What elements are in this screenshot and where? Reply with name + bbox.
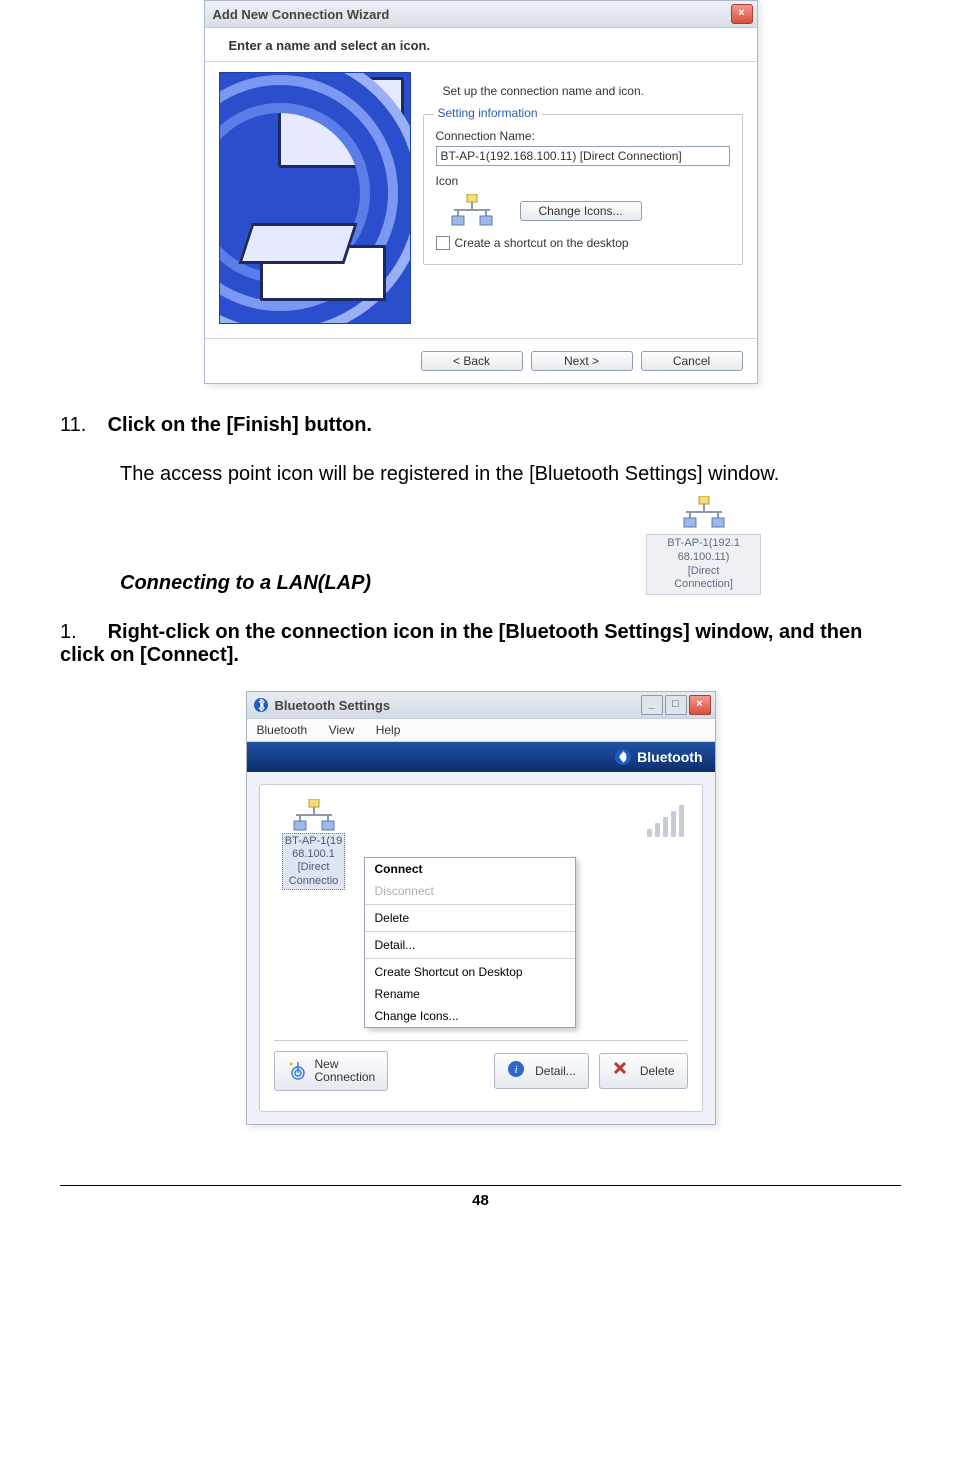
delete-label: Delete (640, 1064, 675, 1078)
bt-titlebar: Bluetooth Settings _ □ × (247, 692, 715, 719)
wizard-illustration (219, 72, 411, 324)
minimize-icon[interactable]: _ (641, 695, 663, 715)
next-button[interactable]: Next > (531, 351, 633, 371)
context-menu: Connect Disconnect Delete Detail... Crea… (364, 857, 576, 1028)
change-icons-button[interactable]: Change Icons... (520, 201, 642, 221)
bluetooth-logo-icon (615, 749, 631, 765)
shortcut-checkbox[interactable] (436, 236, 450, 250)
section-subtitle: Connecting to a LAN(LAP) (120, 572, 371, 595)
maximize-icon[interactable]: □ (665, 695, 687, 715)
close-icon[interactable]: × (731, 4, 753, 24)
info-icon: i (507, 1060, 529, 1082)
page-number: 48 (60, 1192, 901, 1209)
bt-body: BT-AP-1(19 68.100.1 [Direct Connectio Co… (259, 784, 703, 1112)
bt-title: Bluetooth Settings (275, 698, 391, 713)
step-text: Click on the [Finish] button. (108, 414, 372, 436)
bt-app-icon (253, 697, 269, 713)
registered-icon-label: BT-AP-1(192.1 68.100.11) [Direct Connect… (646, 534, 761, 595)
delete-icon (612, 1060, 634, 1082)
setting-information-group: Setting information Connection Name: Ico… (423, 114, 743, 265)
menu-bluetooth[interactable]: Bluetooth (257, 723, 308, 737)
cancel-button[interactable]: Cancel (641, 351, 743, 371)
step-11-desc: The access point icon will be registered… (120, 463, 901, 486)
ctx-detail[interactable]: Detail... (365, 934, 575, 956)
ctx-rename[interactable]: Rename (365, 983, 575, 1005)
ctx-connect[interactable]: Connect (365, 858, 575, 880)
wizard-settings: Set up the connection name and icon. Set… (423, 72, 743, 324)
step-text: Right-click on the connection icon in th… (60, 621, 862, 666)
wizard-subtext: Set up the connection name and icon. (423, 72, 743, 110)
delete-button[interactable]: Delete (599, 1053, 688, 1089)
fieldset-legend: Setting information (434, 106, 542, 120)
bt-brand-text: Bluetooth (637, 749, 702, 765)
ctx-shortcut[interactable]: Create Shortcut on Desktop (365, 961, 575, 983)
connection-name-label: Connection Name: (436, 129, 730, 143)
signal-strength-icon (647, 805, 684, 837)
network-icon (450, 194, 494, 228)
wizard-footer: < Back Next > Cancel (205, 338, 757, 383)
connection-name-input[interactable] (436, 146, 730, 166)
step-1: 1. Right-click on the connection icon in… (60, 621, 901, 667)
detail-button[interactable]: i Detail... (494, 1053, 589, 1089)
detail-label: Detail... (535, 1064, 576, 1078)
wizard-title: Add New Connection Wizard (213, 7, 390, 22)
connection-label: BT-AP-1(19 68.100.1 [Direct Connectio (282, 833, 345, 890)
bluetooth-settings-window: Bluetooth Settings _ □ × Bluetooth View … (246, 691, 716, 1125)
step-number: 1. (60, 621, 102, 644)
wizard-titlebar: Add New Connection Wizard × (205, 1, 757, 28)
ctx-disconnect: Disconnect (365, 880, 575, 902)
icon-label: Icon (436, 174, 730, 188)
menu-help[interactable]: Help (376, 723, 401, 737)
step-11: 11. Click on the [Finish] button. (60, 414, 901, 437)
new-connection-button[interactable]: New Connection (274, 1051, 389, 1091)
menu-view[interactable]: View (329, 723, 355, 737)
ctx-change-icons[interactable]: Change Icons... (365, 1005, 575, 1027)
step-number: 11. (60, 414, 102, 437)
new-connection-label: New Connection (315, 1058, 376, 1084)
wizard-window: Add New Connection Wizard × Enter a name… (204, 0, 758, 384)
bt-menubar: Bluetooth View Help (247, 719, 715, 742)
wizard-subhead: Enter a name and select an icon. (205, 28, 757, 62)
close-icon[interactable]: × (689, 695, 711, 715)
ctx-delete[interactable]: Delete (365, 907, 575, 929)
registered-icon-card: BT-AP-1(192.1 68.100.11) [Direct Connect… (646, 496, 761, 595)
back-button[interactable]: < Back (421, 351, 523, 371)
connection-icon[interactable]: BT-AP-1(19 68.100.1 [Direct Connectio (274, 799, 354, 890)
shortcut-label: Create a shortcut on the desktop (455, 236, 629, 250)
page-rule (60, 1185, 901, 1186)
bt-toolbar: New Connection i Detail... (274, 1040, 688, 1091)
new-connection-icon (287, 1060, 309, 1082)
bt-brand-bar: Bluetooth (247, 742, 715, 772)
svg-text:i: i (515, 1064, 518, 1076)
